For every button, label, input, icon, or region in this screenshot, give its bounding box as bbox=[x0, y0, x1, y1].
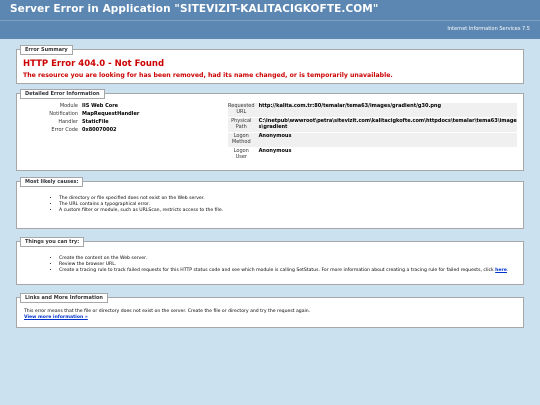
page-header: Server Error in Application "SITEVIZIT-K… bbox=[0, 0, 540, 20]
detail-row: Module IIS Web Core bbox=[23, 103, 139, 111]
content-area: Error Summary HTTP Error 404.0 - Not Fou… bbox=[0, 39, 540, 328]
detail-label: Logon User bbox=[233, 148, 249, 160]
error-summary-legend: Error Summary bbox=[20, 45, 73, 55]
detail-label: Module bbox=[59, 103, 78, 109]
detail-row: Notification MapRequestHandler bbox=[23, 111, 139, 119]
detail-label: Error Code bbox=[51, 127, 78, 133]
try-panel: Things you can try: Create the content o… bbox=[16, 237, 524, 285]
detail-label: Handler bbox=[58, 119, 78, 125]
logon-user-value: Anonymous bbox=[258, 148, 292, 154]
detail-row: Error Code 0x80070002 bbox=[23, 127, 139, 135]
detail-label: Requested URL bbox=[228, 103, 259, 118]
here-link[interactable]: here bbox=[495, 268, 507, 273]
list-item: A custom filter or module, such as URLSc… bbox=[59, 208, 517, 214]
detail-row: Handler StaticFile bbox=[23, 119, 139, 127]
detail-row: Physical Path C:\inetpub\wwwroot\petra\s… bbox=[228, 117, 517, 133]
links-panel: Links and More Information This error me… bbox=[16, 293, 524, 328]
detail-value: 0x80070002 bbox=[82, 127, 117, 133]
try-list: Create the content on the Web server. Re… bbox=[23, 256, 517, 274]
try-legend: Things you can try: bbox=[20, 237, 85, 247]
detail-value: MapRequestHandler bbox=[82, 111, 140, 117]
requested-url-value: http://kalita.com.tr:80/temalar/tema63/i… bbox=[258, 103, 517, 118]
error-summary-panel: Error Summary HTTP Error 404.0 - Not Fou… bbox=[16, 45, 524, 84]
causes-panel: Most likely causes: The directory or fil… bbox=[16, 177, 524, 229]
tracing-end: . bbox=[506, 268, 509, 273]
detail-row: Requested URL http://kalita.com.tr:80/te… bbox=[228, 103, 517, 118]
more-info-link[interactable]: View more information » bbox=[24, 315, 88, 320]
server-banner: Internet Information Services 7.5 bbox=[0, 20, 540, 39]
detail-right-table: Requested URL http://kalita.com.tr:80/te… bbox=[228, 103, 517, 162]
tracing-text: Create a tracing rule to track failed re… bbox=[59, 268, 494, 273]
detail-label: Logon Method bbox=[228, 132, 259, 148]
list-item: Create a tracing rule to track failed re… bbox=[59, 268, 517, 274]
error-description: The resource you are looking for has bee… bbox=[23, 72, 393, 79]
detailed-error-panel: Detailed Error Information Module IIS We… bbox=[16, 89, 524, 171]
detail-value: StaticFile bbox=[82, 119, 109, 125]
detail-value: IIS Web Core bbox=[82, 103, 119, 109]
page-title: Server Error in Application "SITEVIZIT-K… bbox=[10, 3, 379, 15]
logon-method-value: Anonymous bbox=[258, 132, 517, 148]
links-legend: Links and More Information bbox=[20, 293, 108, 303]
detailed-error-legend: Detailed Error Information bbox=[20, 89, 105, 99]
causes-legend: Most likely causes: bbox=[20, 177, 84, 187]
detail-row: Logon User Anonymous bbox=[228, 148, 517, 163]
detail-label: Physical Path bbox=[228, 117, 259, 133]
server-name: Internet Information Services 7.5 bbox=[447, 26, 530, 32]
detail-label: Notification bbox=[49, 111, 78, 117]
detail-row: Logon Method Anonymous bbox=[228, 132, 517, 148]
causes-list: The directory or file specified does not… bbox=[23, 196, 517, 214]
detail-left-table: Module IIS Web Core Notification MapRequ… bbox=[23, 103, 139, 135]
physical-path-value: C:\inetpub\wwwroot\petra\sitevizit.com\k… bbox=[258, 117, 517, 133]
error-title: HTTP Error 404.0 - Not Found bbox=[23, 59, 165, 69]
